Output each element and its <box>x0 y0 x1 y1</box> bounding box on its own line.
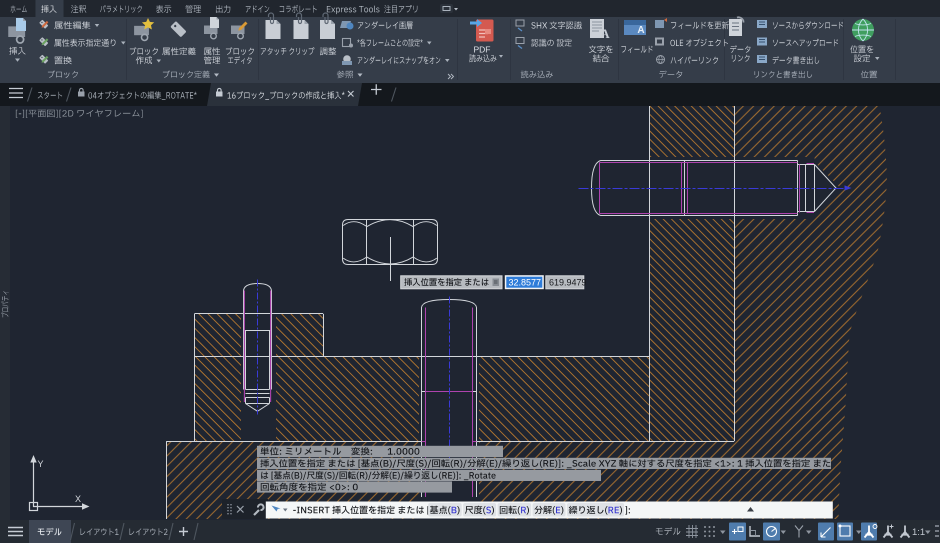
svg-text:PDF: PDF <box>474 45 491 55</box>
svg-text:A: A <box>637 25 644 36</box>
svg-text:Y: Y <box>38 459 44 469</box>
svg-text:X: X <box>75 494 81 504</box>
svg-text:32.8577: 32.8577 <box>509 277 542 287</box>
svg-text:1:1: 1:1 <box>912 527 925 538</box>
svg-text:A: A <box>600 26 610 41</box>
svg-text:619.9479: 619.9479 <box>549 277 587 287</box>
